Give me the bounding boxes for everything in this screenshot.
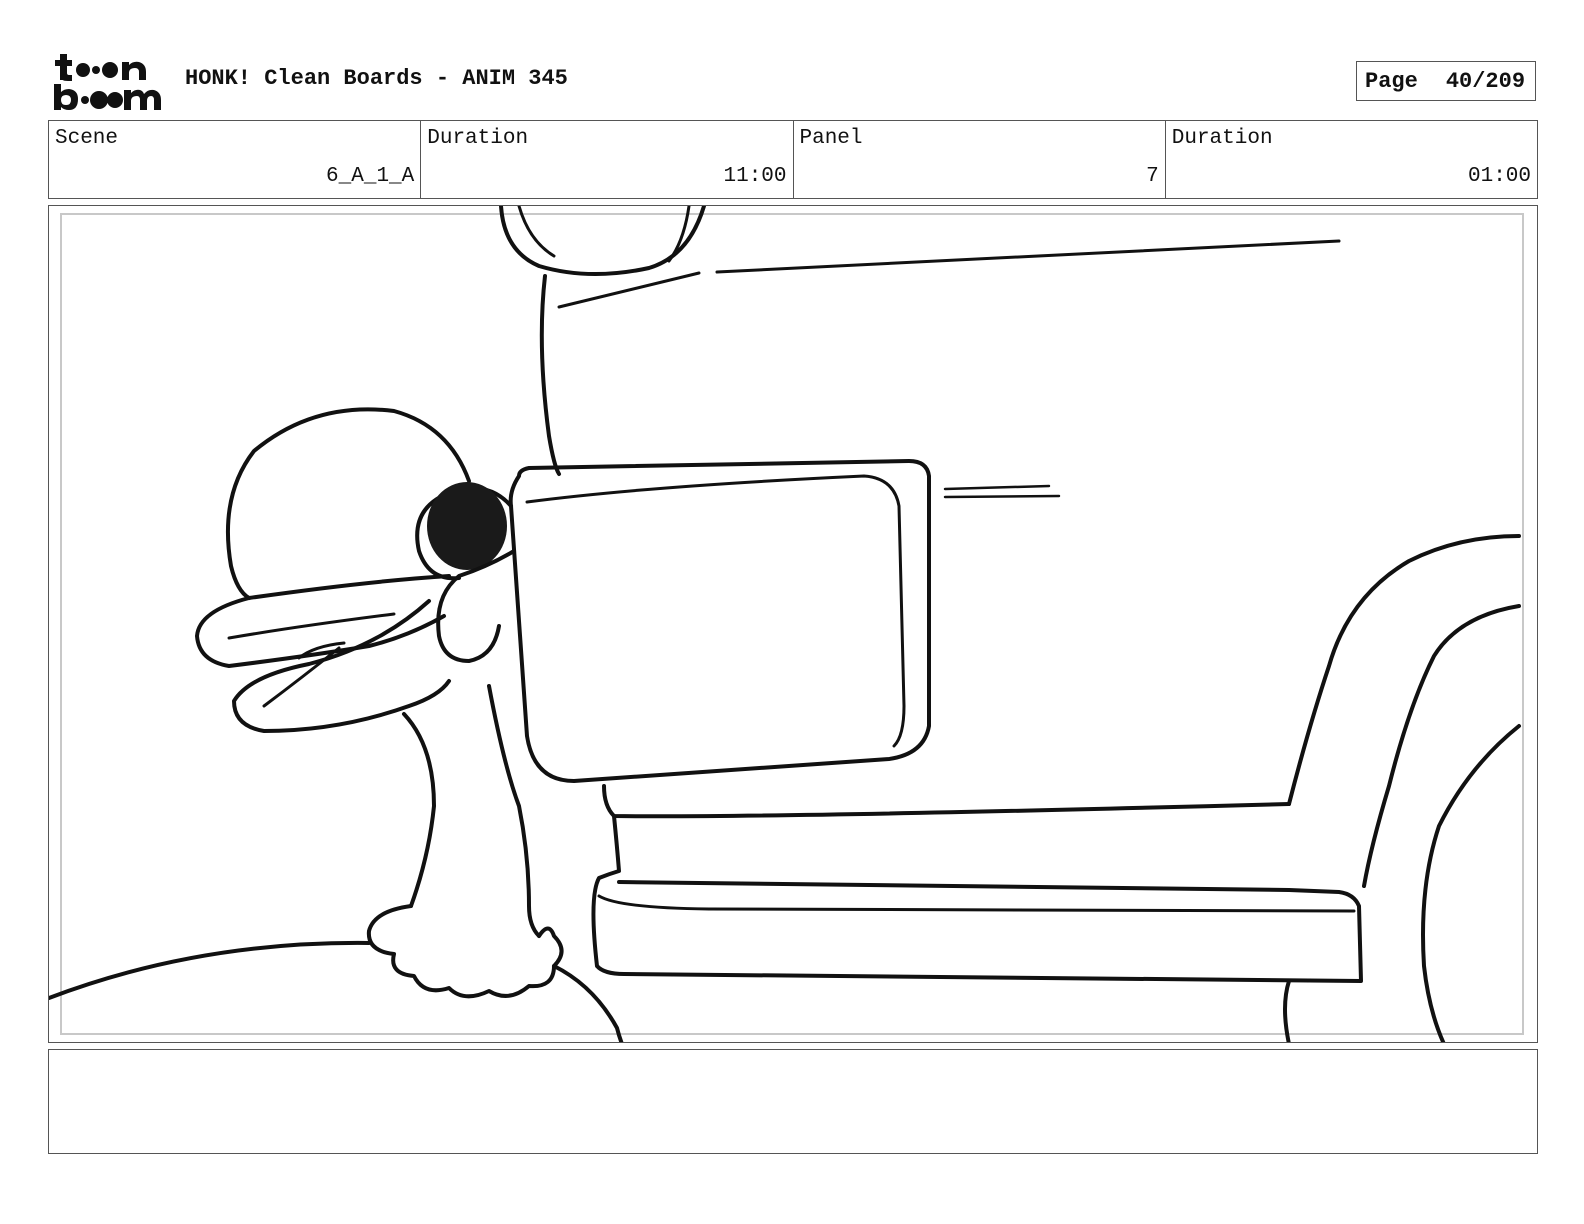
panel-duration-cell: Duration 01:00 [1166, 121, 1537, 198]
scene-duration-cell: Duration 11:00 [421, 121, 794, 198]
running-board [591, 814, 1363, 983]
car-door-line [602, 784, 1291, 819]
duck-beak-upper [195, 574, 451, 668]
panel-sketch [49, 206, 1521, 1042]
panel-label: Panel [799, 127, 863, 150]
storyboard-panel [48, 205, 1538, 1043]
duck-neck [402, 712, 436, 908]
speed-line [557, 271, 701, 309]
speed-line [715, 239, 1341, 274]
scene-cell: Scene 6_A_1_A [49, 121, 422, 198]
panel-notes-box[interactable] [48, 1049, 1538, 1154]
duck-pupil [427, 482, 507, 570]
page-number: 40/209 [1445, 68, 1526, 94]
ground-line [49, 940, 371, 1000]
scene-duration-label: Duration [427, 127, 529, 150]
toon-boom-logo [50, 50, 165, 112]
speed-line [943, 484, 1051, 491]
panel-cell: Panel 7 [794, 121, 1166, 198]
document-title: HONK! Clean Boards - ANIM 345 [185, 66, 568, 91]
panel-value: 7 [1146, 165, 1159, 188]
scene-duration-value: 11:00 [723, 165, 787, 188]
duck-collar [366, 904, 564, 999]
scene-value: 6_A_1_A [326, 165, 415, 188]
mirror-housing [508, 459, 931, 783]
side-mirror [499, 206, 706, 277]
speed-line [943, 494, 1061, 499]
panel-duration-label: Duration [1171, 127, 1273, 150]
scene-label: Scene [55, 127, 119, 150]
page-label: Page [1365, 68, 1418, 94]
car-pillar [539, 274, 561, 476]
panel-duration-value: 01:00 [1467, 165, 1531, 188]
scene-info-table: Scene 6_A_1_A Duration 11:00 Panel 7 Dur… [48, 120, 1538, 199]
page-indicator: Page 40/209 [1356, 61, 1536, 101]
